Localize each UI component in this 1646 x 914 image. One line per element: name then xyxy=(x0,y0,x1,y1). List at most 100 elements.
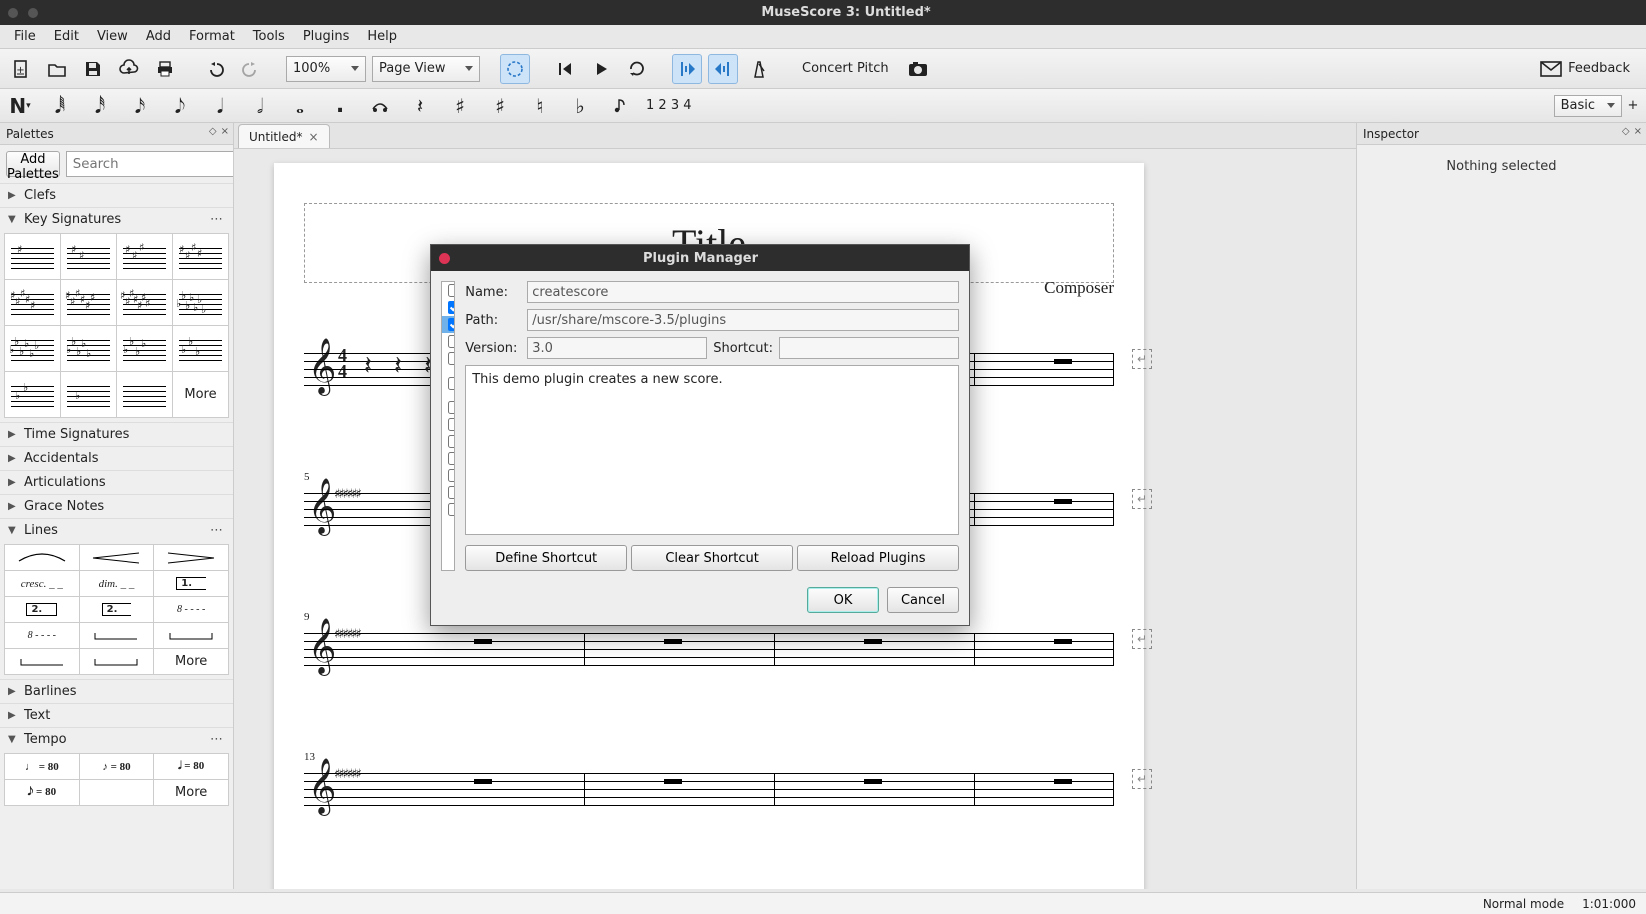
tempo-cell[interactable]: 𝅗𝅥 = 80 xyxy=(154,754,229,780)
plugin-checkbox[interactable] xyxy=(448,469,455,482)
voice-2-button[interactable]: 2 xyxy=(658,98,666,113)
score-composer[interactable]: Composer xyxy=(1044,278,1114,298)
loop-in-button[interactable] xyxy=(672,54,702,84)
menu-edit[interactable]: Edit xyxy=(46,27,87,46)
workspace-combo[interactable]: Basic xyxy=(1554,95,1622,117)
plugin-list-item[interactable]: helloqml xyxy=(442,333,454,350)
window-min-dot[interactable] xyxy=(28,8,38,18)
palette-section-barlines[interactable]: ▶Barlines xyxy=(0,679,233,703)
lines-cell[interactable]: 1. xyxy=(154,571,229,597)
plugin-checkbox[interactable] xyxy=(448,352,455,365)
play-button[interactable] xyxy=(586,54,616,84)
undo-button[interactable] xyxy=(200,54,230,84)
key-sig-cell[interactable]: ♭♭♭ xyxy=(173,326,229,372)
plugin-list-item[interactable]: colornotes xyxy=(442,299,454,316)
dot-button[interactable]: . xyxy=(326,92,354,120)
menu-file[interactable]: File xyxy=(6,27,44,46)
dialog-close-icon[interactable] xyxy=(439,253,450,264)
palette-more-icon[interactable]: ⋯ xyxy=(210,212,225,227)
palette-more-icon[interactable]: ⋯ xyxy=(210,732,225,747)
palette-section-clefs[interactable]: ▶Clefs xyxy=(0,183,233,207)
plugin-list-item[interactable]: random xyxy=(442,416,454,433)
plugin-list-item[interactable]: notenames xyxy=(442,350,454,367)
key-sig-cell[interactable]: ♭♭♭♭♭♭♭ xyxy=(173,280,229,326)
lines-cell[interactable] xyxy=(80,545,155,571)
panel-float-icon[interactable]: ◇ xyxy=(1622,126,1630,137)
plugin-checkbox[interactable] xyxy=(448,452,455,465)
palette-section-tempo[interactable]: ▼Tempo⋯ xyxy=(0,727,233,751)
open-button[interactable] xyxy=(42,54,72,84)
define-shortcut-button[interactable]: Define Shortcut xyxy=(465,545,627,571)
duration-half-button[interactable]: 𝅗𝅥 xyxy=(246,92,274,120)
lines-cell[interactable]: cresc. _ _ xyxy=(5,571,80,597)
palette-section-text[interactable]: ▶Text xyxy=(0,703,233,727)
lines-cell[interactable] xyxy=(80,623,155,649)
sharp2-button[interactable]: ♯ xyxy=(446,92,474,120)
add-palettes-button[interactable]: Add Palettes xyxy=(6,151,60,177)
append-frame-icon[interactable]: ↵ xyxy=(1132,489,1152,509)
plugin-shortcut-field[interactable] xyxy=(779,337,959,359)
flat-button[interactable]: ♭ xyxy=(566,92,594,120)
voice-3-button[interactable]: 3 xyxy=(671,98,679,113)
panel-float-icon[interactable]: ◇ xyxy=(209,126,217,137)
window-controls[interactable] xyxy=(8,8,38,18)
menu-help[interactable]: Help xyxy=(359,27,405,46)
voice-1-button[interactable]: 1 xyxy=(646,98,654,113)
plugin-checkbox[interactable] xyxy=(448,377,455,390)
palette-section-time-signatures[interactable]: ▶Time Signatures xyxy=(0,422,233,446)
tempo-more[interactable]: More xyxy=(154,780,229,806)
redo-button[interactable] xyxy=(236,54,266,84)
feedback-button[interactable]: Feedback xyxy=(1530,61,1640,77)
zoom-combo[interactable]: 100% xyxy=(286,56,366,82)
window-close-dot[interactable] xyxy=(8,8,18,18)
palette-section-lines[interactable]: ▼Lines⋯ xyxy=(0,518,233,542)
key-sig-cell[interactable]: ♯♯ xyxy=(61,234,117,280)
palette-section-accidentals[interactable]: ▶Accidentals xyxy=(0,446,233,470)
screenshot-button[interactable] xyxy=(903,54,933,84)
note-input-mode-button[interactable]: N▾ xyxy=(6,92,34,120)
plugin-list-item[interactable]: random2 xyxy=(442,433,454,450)
reload-plugins-button[interactable]: Reload Plugins xyxy=(797,545,959,571)
view-mode-combo[interactable]: Page View xyxy=(372,56,480,82)
duration-64th-button[interactable]: 𝅘𝅥𝅱 xyxy=(46,92,74,120)
key-sig-cell[interactable]: ♭♭♭♭ xyxy=(117,326,173,372)
lines-cell[interactable] xyxy=(80,649,155,675)
plugin-checkbox[interactable] xyxy=(448,284,455,297)
key-sig-cell[interactable]: ♯♯♯ xyxy=(117,234,173,280)
plugin-checkbox[interactable] xyxy=(448,418,455,431)
plugin-checkbox[interactable] xyxy=(448,318,455,331)
palette-section-key-signatures[interactable]: ▼Key Signatures⋯ xyxy=(0,207,233,231)
palette-section-articulations[interactable]: ▶Articulations xyxy=(0,470,233,494)
menu-tools[interactable]: Tools xyxy=(245,27,293,46)
duration-whole-button[interactable]: 𝅝 xyxy=(286,92,314,120)
dialog-titlebar[interactable]: Plugin Manager xyxy=(431,245,969,271)
score-tab[interactable]: Untitled* × xyxy=(238,124,330,148)
cloud-button[interactable] xyxy=(114,54,144,84)
plugin-list-item[interactable]: abc_import xyxy=(442,282,454,299)
palette-more-icon[interactable]: ⋯ xyxy=(210,523,225,538)
midi-input-button[interactable] xyxy=(500,54,530,84)
lines-cell[interactable]: 2. xyxy=(5,597,80,623)
key-sig-cell[interactable]: ♯♯♯♯♯ xyxy=(5,280,61,326)
plugin-path-field[interactable] xyxy=(527,309,959,331)
palettes-search-input[interactable] xyxy=(66,151,234,177)
lines-cell[interactable]: dim. _ _ xyxy=(80,571,155,597)
panel-close-icon[interactable]: × xyxy=(1634,126,1642,137)
tempo-cell[interactable]: 𝅘𝅥𝅮 = 80 xyxy=(5,780,80,806)
lines-cell[interactable] xyxy=(5,649,80,675)
plugin-list-item[interactable]: run xyxy=(442,450,454,467)
key-sig-cell[interactable]: ♯♯♯♯ xyxy=(173,234,229,280)
plugin-list-item[interactable]: view xyxy=(442,484,454,501)
palette-section-grace-notes[interactable]: ▶Grace Notes xyxy=(0,494,233,518)
menu-add[interactable]: Add xyxy=(138,27,179,46)
duration-16th-button[interactable]: 𝅘𝅥𝅯 xyxy=(126,92,154,120)
lines-cell[interactable]: 8 - - - - xyxy=(5,623,80,649)
lines-cell[interactable]: 2. xyxy=(80,597,155,623)
plugin-checkbox[interactable] xyxy=(448,401,455,414)
lines-cell[interactable]: 8 - - - - xyxy=(154,597,229,623)
plugin-checkbox[interactable] xyxy=(448,301,455,314)
flip-button[interactable] xyxy=(606,92,634,120)
duration-quarter-button[interactable]: 𝅘𝅥 xyxy=(206,92,234,120)
append-frame-icon[interactable]: ↵ xyxy=(1132,629,1152,649)
staff-system[interactable]: 13 𝄞 ♯♯♯♯♯♯ ↵ xyxy=(304,753,1114,813)
